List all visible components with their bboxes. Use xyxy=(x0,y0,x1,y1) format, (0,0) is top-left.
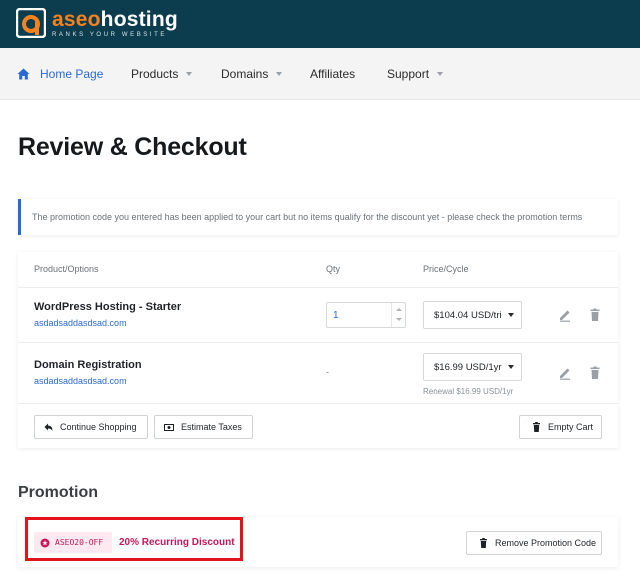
col-header-qty: Qty xyxy=(326,264,341,274)
logo-mark-icon xyxy=(15,7,47,39)
divider xyxy=(18,342,618,343)
chevron-down-icon xyxy=(437,72,444,76)
nav-affiliates[interactable]: Affiliates xyxy=(310,48,355,100)
brand-tagline: RANKS YOUR WEBSITE xyxy=(52,31,168,38)
promo-alert-text: The promotion code you entered has been … xyxy=(32,212,583,222)
trash-icon xyxy=(480,538,487,548)
nav-domains[interactable]: Domains xyxy=(221,48,283,100)
pencil-icon[interactable] xyxy=(558,308,572,322)
arrow-back-icon xyxy=(44,423,53,431)
cart-table: Product/Options Qty Price/Cycle WordPres… xyxy=(18,252,618,448)
nav-home[interactable]: Home Page xyxy=(17,48,103,100)
billing-cycle-value: $104.04 USD/tri xyxy=(434,309,502,321)
estimate-taxes-button[interactable]: Estimate Taxes xyxy=(154,415,253,439)
continue-shopping-button[interactable]: Continue Shopping xyxy=(34,415,148,439)
chevron-down-icon xyxy=(186,72,193,76)
tag-icon xyxy=(40,538,50,547)
estimate-taxes-label: Estimate Taxes xyxy=(181,422,242,432)
quantity-stepper[interactable]: 1 xyxy=(326,302,406,328)
remove-promotion-label: Remove Promotion Code xyxy=(495,538,597,548)
product-name: Domain Registration xyxy=(34,359,142,371)
pencil-icon[interactable] xyxy=(558,366,572,380)
chevron-down-icon xyxy=(276,72,283,76)
brand-name: aseohosting xyxy=(52,7,178,31)
site-header: aseohosting RANKS YOUR WEBSITE xyxy=(0,0,640,48)
nav-home-label: Home Page xyxy=(40,67,104,81)
billing-cycle-select[interactable]: $104.04 USD/tri xyxy=(423,301,522,329)
col-header-product: Product/Options xyxy=(34,264,99,274)
empty-cart-button[interactable]: Empty Cart xyxy=(519,415,602,439)
divider xyxy=(18,287,618,288)
col-header-price: Price/Cycle xyxy=(423,264,469,274)
brand-logo[interactable]: aseohosting RANKS YOUR WEBSITE xyxy=(15,7,178,39)
quantity-value: 1 xyxy=(333,310,339,321)
home-icon xyxy=(17,68,30,80)
chevron-down-icon xyxy=(507,313,514,317)
main-nav: Home Page Products Domains Affiliates Su… xyxy=(0,48,640,100)
remove-promotion-button[interactable]: Remove Promotion Code xyxy=(466,531,602,555)
divider xyxy=(18,403,618,404)
promo-alert: The promotion code you entered has been … xyxy=(18,199,618,235)
chevron-down-icon xyxy=(507,365,514,369)
quantity-spinner[interactable] xyxy=(391,303,405,327)
nav-domains-label: Domains xyxy=(221,67,269,81)
chevron-up-icon[interactable] xyxy=(396,308,402,311)
chevron-down-icon[interactable] xyxy=(396,318,402,321)
promo-code-badge: ASEO20-OFF xyxy=(34,532,112,553)
billing-cycle-select[interactable]: $16.99 USD/1yr xyxy=(423,353,522,381)
promotion-heading: Promotion xyxy=(18,484,98,501)
quantity-value: - xyxy=(326,367,329,377)
trash-icon[interactable] xyxy=(588,366,602,380)
empty-cart-label: Empty Cart xyxy=(548,422,594,432)
continue-shopping-label: Continue Shopping xyxy=(60,422,137,432)
promo-description: 20% Recurring Discount xyxy=(119,537,235,548)
page-title: Review & Checkout xyxy=(18,133,247,161)
nav-products-label: Products xyxy=(131,67,179,81)
product-domain: asdadsaddasdsad.com xyxy=(34,318,127,328)
nav-support[interactable]: Support xyxy=(387,48,444,100)
trash-icon xyxy=(533,422,540,432)
promo-code-text: ASEO20-OFF xyxy=(55,538,104,547)
product-domain: asdadsaddasdsad.com xyxy=(34,376,127,386)
billing-cycle-value: $16.99 USD/1yr xyxy=(434,361,502,373)
money-icon xyxy=(164,423,174,431)
nav-affiliates-label: Affiliates xyxy=(310,67,356,81)
nav-products[interactable]: Products xyxy=(131,48,193,100)
nav-support-label: Support xyxy=(387,67,430,81)
renewal-price: Renewal $16.99 USD/1yr xyxy=(423,387,514,396)
trash-icon[interactable] xyxy=(588,308,602,322)
product-name: WordPress Hosting - Starter xyxy=(34,301,182,313)
